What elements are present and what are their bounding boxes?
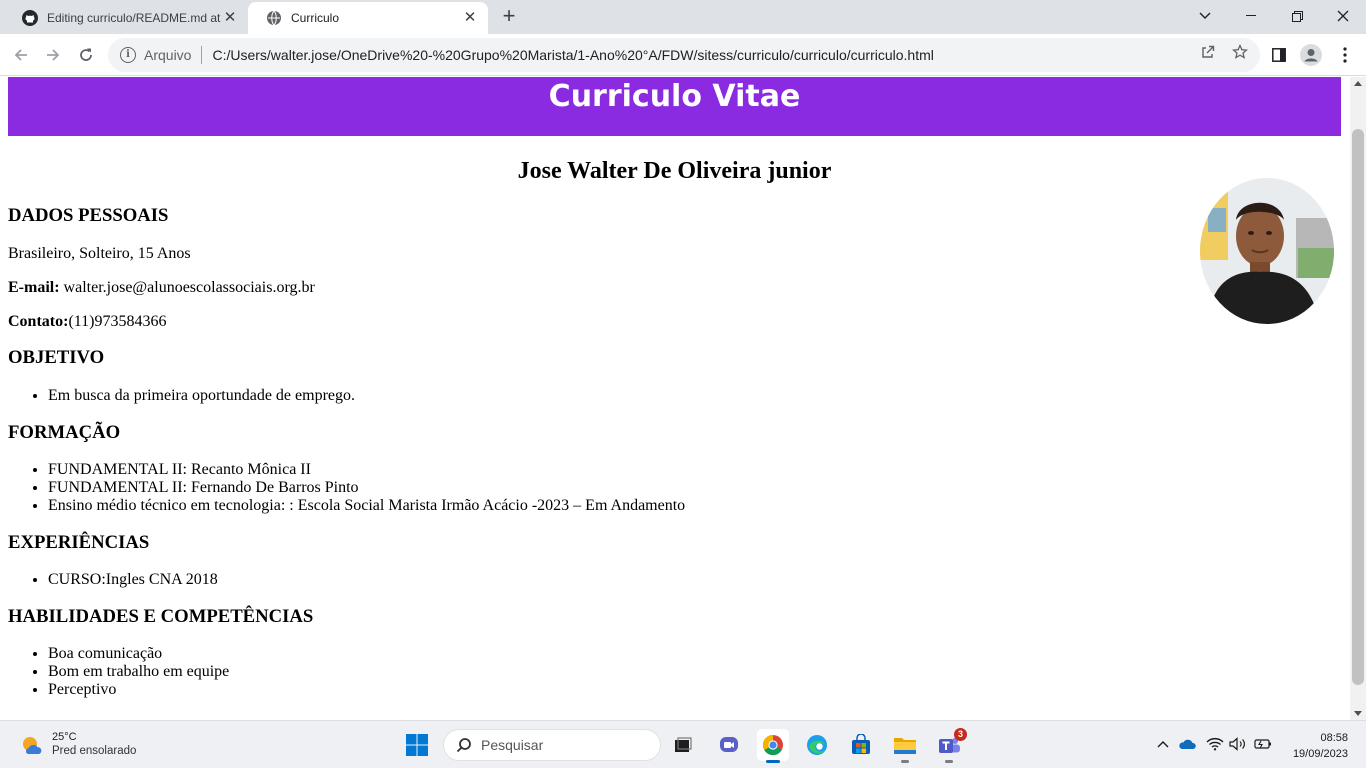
list-item: CURSO:Ingles CNA 2018 [48, 571, 1188, 589]
personal-summary: Brasileiro, Solteiro, 15 Anos [8, 245, 191, 262]
windows-taskbar: 25°C Pred ensolarado Pesquisar 3 08:58 1… [0, 720, 1366, 768]
notification-badge: 3 [954, 728, 967, 741]
list-item: Bom em trabalho em equipe [48, 663, 1188, 681]
contact-line: Contato:(11)973584366 [8, 313, 1188, 331]
share-icon[interactable] [1198, 42, 1218, 62]
reload-icon[interactable] [74, 43, 98, 67]
github-icon [22, 10, 38, 26]
list-item: Perceptivo [48, 681, 1188, 699]
list-item: FUNDAMENTAL II: Recanto Mônica II [48, 461, 1188, 479]
new-tab-button[interactable]: + [498, 5, 520, 28]
education-list: FUNDAMENTAL II: Recanto Mônica II FUNDAM… [8, 461, 1188, 515]
tab-curriculo[interactable]: Curriculo ✕ [248, 2, 488, 34]
scheme-label: Arquivo [144, 47, 192, 63]
site-info-icon[interactable]: i [120, 47, 136, 63]
more-menu-icon[interactable] [1334, 44, 1356, 66]
section-heading-habilidades: HABILIDADES E COMPETÊNCIAS [8, 606, 314, 627]
weather-widget[interactable]: 25°C Pred ensolarado [20, 730, 136, 759]
email-value: walter.jose@alunoescolassociais.org.br [59, 279, 315, 296]
resume-content: DADOS PESSOAIS Brasileiro, Solteiro, 15 … [8, 205, 1188, 699]
contact-value: (11)973584366 [68, 313, 167, 330]
list-item: Boa comunicação [48, 645, 1188, 663]
email-label: E-mail: [8, 279, 60, 296]
banner-title: Curriculo Vitae [8, 77, 1341, 136]
clock-date: 19/09/2023 [1292, 748, 1348, 760]
restore-icon[interactable] [1274, 0, 1320, 32]
back-arrow-icon[interactable] [9, 43, 33, 67]
chat-icon[interactable] [713, 729, 745, 761]
tab-github-readme[interactable]: Editing curriculo/README.md at ✕ [4, 2, 248, 34]
tab-search-chevron-icon[interactable] [1182, 0, 1228, 32]
system-clock[interactable]: 08:58 19/09/2023 [1282, 730, 1348, 762]
bookmark-star-icon[interactable] [1230, 42, 1250, 62]
chrome-icon[interactable] [757, 729, 789, 763]
volume-icon[interactable] [1229, 735, 1247, 753]
section-heading-experiencias: EXPERIÊNCIAS [8, 532, 150, 553]
onedrive-cloud-icon[interactable] [1178, 735, 1196, 753]
candidate-name: Jose Walter De Oliveira junior [517, 158, 832, 184]
tab-strip: Editing curriculo/README.md at ✕ Curricu… [0, 0, 1366, 34]
battery-icon[interactable] [1254, 735, 1272, 753]
task-view-icon[interactable] [667, 729, 699, 761]
sun-cloud-icon [20, 734, 42, 756]
page-viewport: Curriculo Vitae Jose Walter De Oliveira … [0, 77, 1350, 720]
open-app-indicator [901, 760, 909, 763]
close-tab-icon[interactable]: ✕ [462, 10, 478, 26]
tab-title: Editing curriculo/README.md at [47, 11, 221, 25]
experience-list: CURSO:Ingles CNA 2018 [8, 571, 1188, 589]
section-heading-formacao: FORMAÇÃO [8, 422, 121, 443]
teams-icon[interactable]: 3 [933, 728, 967, 763]
scrollbar-thumb[interactable] [1352, 129, 1364, 685]
profile-photo [1200, 178, 1334, 324]
page-scrollbar[interactable] [1350, 77, 1366, 720]
tab-title: Curriculo [291, 11, 340, 25]
list-item: Em busca da primeira oportundade de empr… [48, 387, 1188, 405]
minimize-icon[interactable] [1228, 0, 1274, 32]
omnibox-divider [201, 46, 203, 64]
address-bar[interactable]: i Arquivo C:/Users/walter.jose/OneDrive%… [108, 38, 1260, 72]
weather-temperature: 25°C [52, 731, 77, 743]
close-window-icon[interactable] [1320, 0, 1366, 32]
list-item: FUNDAMENTAL II: Fernando De Barros Pinto [48, 479, 1188, 497]
clock-time: 08:58 [1320, 732, 1348, 744]
profile-avatar-icon[interactable] [1300, 44, 1322, 66]
search-placeholder: Pesquisar [481, 737, 544, 753]
list-item: Ensino médio técnico em tecnologia: : Es… [48, 497, 1188, 515]
file-explorer-icon[interactable] [889, 729, 921, 763]
close-tab-icon[interactable]: ✕ [222, 10, 238, 26]
scroll-up-arrow-icon[interactable] [1354, 81, 1362, 86]
weather-condition: Pred ensolarado [52, 745, 137, 757]
section-heading-objetivo: OBJETIVO [8, 347, 105, 368]
objective-list: Em busca da primeira oportundade de empr… [8, 387, 1188, 405]
browser-toolbar: i Arquivo C:/Users/walter.jose/OneDrive%… [0, 34, 1366, 76]
wifi-icon[interactable] [1206, 735, 1224, 753]
globe-icon [266, 10, 282, 26]
section-heading-dados-pessoais: DADOS PESSOAIS [8, 205, 169, 226]
taskbar-search-box[interactable]: Pesquisar [443, 729, 661, 761]
email-line: E-mail: walter.jose@alunoescolassociais.… [8, 279, 1188, 297]
side-panel-icon[interactable] [1268, 44, 1290, 66]
url-text: C:/Users/walter.jose/OneDrive%20-%20Grup… [212, 47, 934, 63]
search-icon [456, 737, 472, 753]
edge-icon[interactable] [801, 729, 833, 761]
forward-arrow-icon[interactable] [41, 43, 65, 67]
open-app-indicator [945, 760, 953, 763]
show-hidden-icons-chevron-icon[interactable] [1154, 735, 1172, 753]
scroll-down-arrow-icon[interactable] [1354, 711, 1362, 716]
skills-list: Boa comunicação Bom em trabalho em equip… [8, 645, 1188, 699]
active-app-indicator [766, 760, 780, 763]
windows-start-icon[interactable] [401, 729, 433, 761]
microsoft-store-icon[interactable] [845, 729, 877, 761]
contact-label: Contato: [8, 313, 69, 330]
